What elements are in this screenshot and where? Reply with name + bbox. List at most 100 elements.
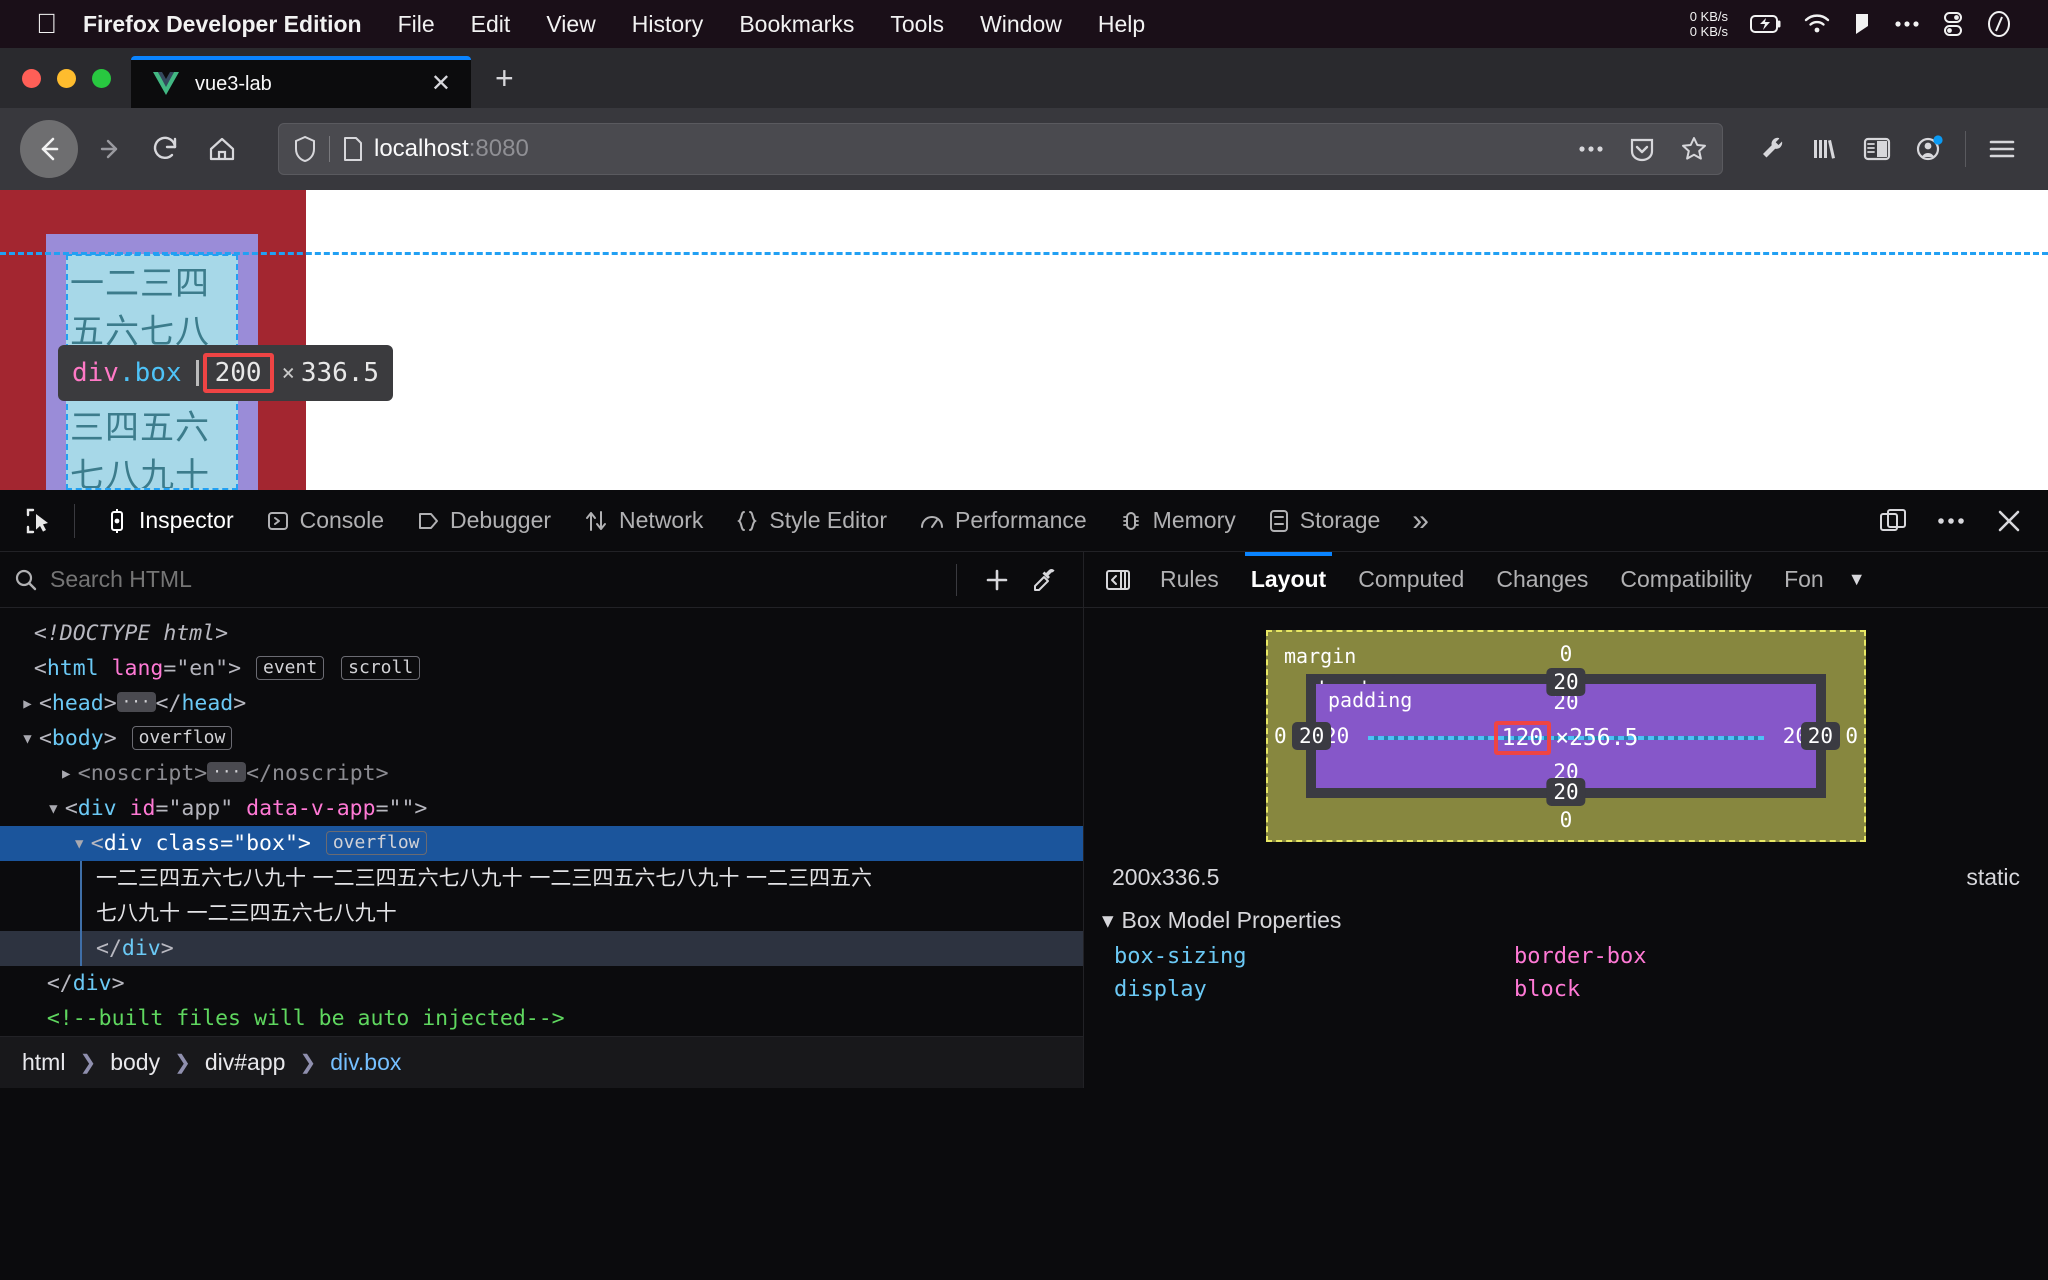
ellipsis-icon[interactable] bbox=[1578, 145, 1604, 153]
element-picker-icon[interactable] bbox=[10, 492, 68, 550]
menu-history[interactable]: History bbox=[632, 11, 704, 38]
markup-line-text-node[interactable]: 一二三四五六七八九十 一二三四五六七八九十 一二三四五六七八九十 一二三四五六 bbox=[0, 861, 1083, 896]
clock-icon[interactable] bbox=[1986, 10, 2012, 38]
markup-line-body[interactable]: ▾ <body> overflow bbox=[0, 721, 1083, 756]
plus-icon[interactable] bbox=[973, 566, 1021, 594]
markup-line-comment[interactable]: <!--built files will be auto injected--> bbox=[0, 1001, 1083, 1036]
back-arrow-icon[interactable] bbox=[20, 120, 78, 178]
box-model-margin-left[interactable]: 0 bbox=[1274, 724, 1287, 748]
badge-scroll[interactable]: scroll bbox=[341, 656, 421, 680]
box-model-border-top[interactable]: 20 bbox=[1546, 668, 1586, 696]
property-value[interactable]: block bbox=[1514, 977, 1580, 1002]
markup-tree[interactable]: <!DOCTYPE html> <html lang="en"> event s… bbox=[0, 608, 1083, 1036]
collapsed-children-icon[interactable]: ··· bbox=[116, 692, 156, 712]
markup-line-html[interactable]: <html lang="en"> event scroll bbox=[0, 651, 1083, 686]
box-model-border-right[interactable]: 20 bbox=[1800, 722, 1840, 750]
box-model-content-size[interactable]: 120 × 256.5 bbox=[1493, 721, 1638, 755]
collapse-pane-icon[interactable] bbox=[1092, 554, 1144, 606]
menu-bookmarks[interactable]: Bookmarks bbox=[739, 11, 854, 38]
tab-inspector[interactable]: Inspector bbox=[89, 490, 250, 552]
menu-help[interactable]: Help bbox=[1098, 11, 1145, 38]
markup-line-div-box[interactable]: ▾ <div class="box"> overflow bbox=[0, 826, 1083, 861]
markup-line-noscript[interactable]: ▸ <noscript> ··· </noscript> bbox=[0, 756, 1083, 791]
badge-overflow[interactable]: overflow bbox=[325, 831, 427, 855]
breadcrumb-item-div-app[interactable]: div#app bbox=[201, 1049, 290, 1076]
box-model-properties-section[interactable]: ▾ Box Model Properties bbox=[1084, 901, 2048, 940]
menu-tools[interactable]: Tools bbox=[890, 11, 944, 38]
collapse-arrow-icon[interactable]: ▾ bbox=[21, 721, 39, 756]
menu-edit[interactable]: Edit bbox=[471, 11, 511, 38]
library-icon[interactable] bbox=[1799, 123, 1851, 175]
menu-file[interactable]: File bbox=[398, 11, 435, 38]
close-icon[interactable] bbox=[1982, 494, 2036, 548]
expand-arrow-icon[interactable]: ▸ bbox=[60, 756, 78, 791]
markup-line-head[interactable]: ▸ <head> ··· </head> bbox=[0, 686, 1083, 721]
breadcrumb-item-div-box[interactable]: div.box bbox=[326, 1049, 405, 1076]
tab-debugger[interactable]: Debugger bbox=[400, 490, 567, 552]
meatball-menu-icon[interactable] bbox=[1924, 494, 1978, 548]
shield-icon[interactable] bbox=[293, 135, 317, 163]
chevron-down-icon[interactable]: ▼ bbox=[1840, 569, 1874, 590]
collapse-arrow-icon[interactable]: ▾ bbox=[1102, 907, 1114, 934]
expand-arrow-icon[interactable]: ▸ bbox=[21, 686, 39, 721]
box-model-margin-bottom[interactable]: 0 bbox=[1268, 808, 1864, 832]
control-center-icon[interactable] bbox=[1942, 11, 1964, 37]
battery-charging-icon[interactable] bbox=[1750, 14, 1782, 34]
menu-view[interactable]: View bbox=[546, 11, 595, 38]
collapse-arrow-icon[interactable]: ▾ bbox=[73, 826, 91, 861]
tab-console[interactable]: Console bbox=[250, 490, 400, 552]
page-viewport[interactable]: 一二三四五六七八九十 一二三四五六七八九十 一二三四五六七八九十 一二三四五六七… bbox=[0, 190, 2048, 490]
collapse-arrow-icon[interactable]: ▾ bbox=[47, 791, 65, 826]
devtools-tabs-overflow[interactable]: » bbox=[1396, 490, 1445, 552]
property-value[interactable]: border-box bbox=[1514, 944, 1646, 969]
box-model-border-bottom[interactable]: 20 bbox=[1546, 778, 1586, 806]
sidepanel-tab-changes[interactable]: Changes bbox=[1480, 552, 1604, 608]
pocket-save-icon[interactable] bbox=[1628, 135, 1656, 163]
close-icon[interactable]: ✕ bbox=[425, 72, 457, 96]
sidepanel-tab-rules[interactable]: Rules bbox=[1144, 552, 1235, 608]
breadcrumb-item-body[interactable]: body bbox=[106, 1049, 164, 1076]
forward-arrow-icon[interactable] bbox=[82, 121, 138, 177]
new-tab-button[interactable]: + bbox=[471, 62, 534, 108]
tab-network[interactable]: Network bbox=[567, 490, 719, 552]
box-model-content-width[interactable]: 120 bbox=[1493, 721, 1552, 755]
apple-icon[interactable]:  bbox=[36, 10, 57, 38]
tab-memory[interactable]: Memory bbox=[1103, 490, 1252, 552]
badge-event[interactable]: event bbox=[256, 656, 325, 680]
browser-tab-vue3-lab[interactable]: vue3-lab ✕ bbox=[131, 56, 471, 108]
collapsed-children-icon[interactable]: ··· bbox=[207, 762, 247, 782]
markup-line-doctype[interactable]: <!DOCTYPE html> bbox=[0, 616, 1083, 651]
ellipsis-icon[interactable] bbox=[1894, 20, 1920, 28]
search-input[interactable] bbox=[50, 566, 940, 593]
window-close-button[interactable] bbox=[22, 69, 41, 88]
page-icon[interactable] bbox=[342, 135, 364, 163]
hamburger-menu-icon[interactable] bbox=[1976, 123, 2028, 175]
bookmark-star-icon[interactable] bbox=[1680, 135, 1708, 163]
markup-line-div-app[interactable]: ▾ <div id="app" data-v-app=""> bbox=[0, 791, 1083, 826]
box-model-diagram[interactable]: margin 0 0 0 0 border padding 20 20 20 2… bbox=[1266, 630, 1866, 842]
eyedropper-icon[interactable] bbox=[1021, 566, 1069, 594]
tab-performance[interactable]: Performance bbox=[903, 490, 1103, 552]
home-icon[interactable] bbox=[194, 121, 250, 177]
sidepanel-tab-layout[interactable]: Layout bbox=[1235, 551, 1342, 608]
box-model-margin-right[interactable]: 0 bbox=[1845, 724, 1858, 748]
property-row-box-sizing[interactable]: box-sizing border-box bbox=[1084, 940, 2048, 973]
box-model-border-left[interactable]: 20 bbox=[1292, 722, 1332, 750]
markup-line-text-node-cont[interactable]: 七八九十 一二三四五六七八九十 bbox=[0, 896, 1083, 931]
window-minimize-button[interactable] bbox=[57, 69, 76, 88]
markup-line-div-box-close[interactable]: </div> bbox=[0, 931, 1083, 966]
badge-overflow[interactable]: overflow bbox=[131, 726, 233, 750]
tab-style-editor[interactable]: Style Editor bbox=[719, 490, 903, 552]
url-bar[interactable]: localhost:8080 bbox=[278, 123, 1723, 175]
url-input[interactable]: localhost:8080 bbox=[374, 135, 1578, 163]
wifi-icon[interactable] bbox=[1804, 14, 1830, 34]
window-maximize-button[interactable] bbox=[92, 69, 111, 88]
sidepanel-tab-computed[interactable]: Computed bbox=[1342, 552, 1480, 608]
tab-storage[interactable]: Storage bbox=[1252, 490, 1397, 552]
sidepanel-tab-compatibility[interactable]: Compatibility bbox=[1604, 552, 1768, 608]
menu-window[interactable]: Window bbox=[980, 11, 1062, 38]
property-row-display[interactable]: display block bbox=[1084, 973, 2048, 1006]
breadcrumb-item-html[interactable]: html bbox=[18, 1049, 69, 1076]
wrench-icon[interactable] bbox=[1747, 123, 1799, 175]
sidebar-icon[interactable] bbox=[1851, 123, 1903, 175]
